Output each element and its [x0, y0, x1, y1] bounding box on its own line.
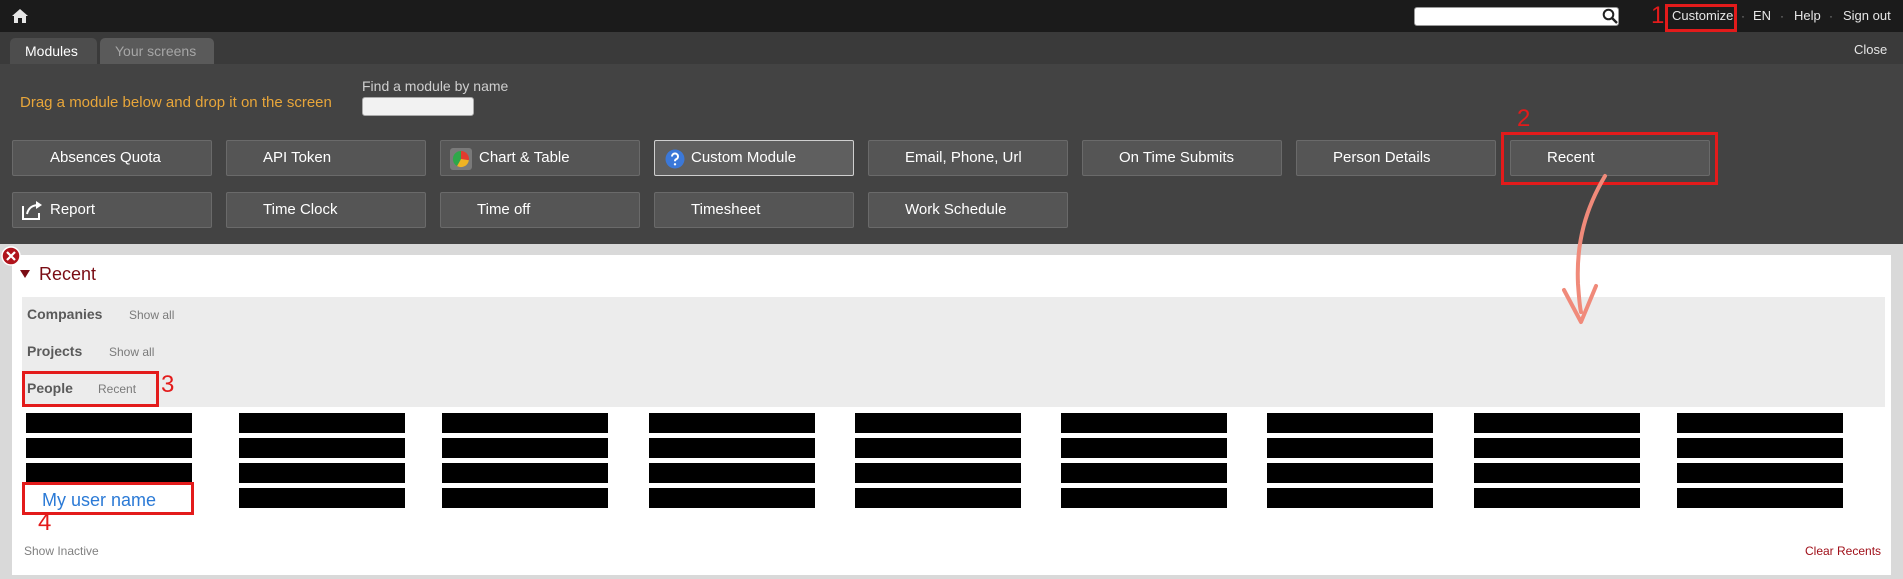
- module-label: Work Schedule: [905, 201, 1007, 218]
- chart-table-icon: [450, 148, 472, 170]
- redacted-person-cell[interactable]: [26, 413, 192, 433]
- redacted-person-cell[interactable]: [1474, 488, 1640, 508]
- module-timesheet[interactable]: Timesheet: [654, 192, 854, 228]
- module-email-phone-url[interactable]: Email, Phone, Url: [868, 140, 1068, 176]
- module-label: Custom Module: [691, 149, 797, 166]
- separator: ·: [1829, 9, 1833, 23]
- redacted-person-cell[interactable]: [649, 413, 815, 433]
- find-module-input[interactable]: [362, 97, 474, 116]
- module-label: Chart & Table: [479, 149, 570, 166]
- redacted-person-cell[interactable]: [239, 488, 405, 508]
- sign-out-link[interactable]: Sign out: [1843, 8, 1891, 24]
- redacted-person-cell[interactable]: [239, 413, 405, 433]
- redacted-person-cell[interactable]: [442, 438, 608, 458]
- redacted-person-cell[interactable]: [1677, 463, 1843, 483]
- redacted-person-cell[interactable]: [26, 463, 192, 483]
- collapse-triangle-icon[interactable]: [20, 270, 30, 278]
- redacted-person-cell[interactable]: [1267, 463, 1433, 483]
- module-label: Absences Quota: [50, 149, 161, 166]
- redacted-person-cell[interactable]: [855, 438, 1021, 458]
- annotation-box-people: [22, 371, 159, 407]
- category-projects: Projects: [27, 343, 83, 359]
- redacted-person-cell[interactable]: [1061, 438, 1227, 458]
- annotation-number: 4: [38, 509, 52, 536]
- module-label: Time Clock: [263, 201, 338, 218]
- annotation-number: 2: [1517, 105, 1531, 132]
- annotation-arrow: [1562, 174, 1607, 324]
- annotation-box-customize: [1665, 4, 1737, 32]
- module-label: Timesheet: [691, 201, 761, 218]
- tab-modules[interactable]: Modules: [10, 38, 97, 64]
- search-icon[interactable]: [1602, 8, 1618, 24]
- module-label: Report: [50, 201, 96, 218]
- redacted-person-cell[interactable]: [26, 438, 192, 458]
- module-api-token[interactable]: API Token: [226, 140, 426, 176]
- module-label: Person Details: [1333, 149, 1431, 166]
- module-work-schedule[interactable]: Work Schedule: [868, 192, 1068, 228]
- separator: ·: [1741, 9, 1745, 23]
- redacted-person-cell[interactable]: [1474, 463, 1640, 483]
- tab-strip: [0, 32, 1903, 64]
- redacted-person-cell[interactable]: [1061, 413, 1227, 433]
- clear-recents-link[interactable]: Clear Recents: [1805, 544, 1881, 558]
- projects-show-all-link[interactable]: Show all: [109, 345, 154, 359]
- redacted-person-cell[interactable]: [855, 488, 1021, 508]
- redacted-person-cell[interactable]: [649, 438, 815, 458]
- redacted-person-cell[interactable]: [442, 413, 608, 433]
- report-export-icon: [22, 201, 42, 220]
- help-link[interactable]: Help: [1794, 8, 1821, 24]
- redacted-person-cell[interactable]: [442, 463, 608, 483]
- find-module-label: Find a module by name: [362, 78, 509, 94]
- module-chart-table[interactable]: Chart & Table: [440, 140, 640, 176]
- redacted-person-cell[interactable]: [855, 463, 1021, 483]
- close-link[interactable]: Close: [1854, 42, 1887, 58]
- language-link[interactable]: EN: [1753, 8, 1771, 24]
- redacted-person-cell[interactable]: [1474, 438, 1640, 458]
- redacted-person-cell[interactable]: [1677, 438, 1843, 458]
- module-absences-quota[interactable]: Absences Quota: [12, 140, 212, 176]
- search-input[interactable]: [1414, 7, 1619, 26]
- module-time-off[interactable]: Time off: [440, 192, 640, 228]
- module-custom-module[interactable]: Custom Module: [654, 140, 854, 176]
- redacted-person-cell[interactable]: [649, 488, 815, 508]
- module-label: On Time Submits: [1119, 149, 1235, 166]
- module-person-details[interactable]: Person Details: [1296, 140, 1496, 176]
- remove-module-icon[interactable]: [1, 246, 21, 266]
- question-icon: [665, 149, 685, 169]
- home-icon[interactable]: [12, 9, 28, 23]
- redacted-person-cell[interactable]: [1474, 413, 1640, 433]
- module-label: Time off: [477, 201, 531, 218]
- show-inactive-link[interactable]: Show Inactive: [24, 544, 99, 558]
- redacted-person-cell[interactable]: [1061, 463, 1227, 483]
- module-time-clock[interactable]: Time Clock: [226, 192, 426, 228]
- redacted-person-cell[interactable]: [442, 488, 608, 508]
- drag-hint: Drag a module below and drop it on the s…: [20, 94, 332, 111]
- redacted-person-cell[interactable]: [1061, 488, 1227, 508]
- redacted-person-cell[interactable]: [1267, 438, 1433, 458]
- recent-title: Recent: [39, 264, 97, 284]
- module-label: Email, Phone, Url: [905, 149, 1022, 166]
- redacted-person-cell[interactable]: [1677, 488, 1843, 508]
- redacted-person-cell[interactable]: [649, 463, 815, 483]
- redacted-person-cell[interactable]: [1267, 488, 1433, 508]
- module-on-time-submits[interactable]: On Time Submits: [1082, 140, 1282, 176]
- redacted-person-cell[interactable]: [1267, 413, 1433, 433]
- separator: ·: [1780, 9, 1784, 23]
- companies-show-all-link[interactable]: Show all: [129, 308, 174, 322]
- redacted-person-cell[interactable]: [855, 413, 1021, 433]
- redacted-person-cell[interactable]: [1677, 413, 1843, 433]
- category-companies: Companies: [27, 306, 103, 322]
- annotation-number: 3: [161, 371, 175, 398]
- module-label: API Token: [263, 149, 332, 166]
- tab-your-screens[interactable]: Your screens: [100, 38, 214, 64]
- module-report[interactable]: Report: [12, 192, 212, 228]
- annotation-number: 1: [1651, 2, 1665, 29]
- redacted-person-cell[interactable]: [239, 438, 405, 458]
- redacted-person-cell[interactable]: [239, 463, 405, 483]
